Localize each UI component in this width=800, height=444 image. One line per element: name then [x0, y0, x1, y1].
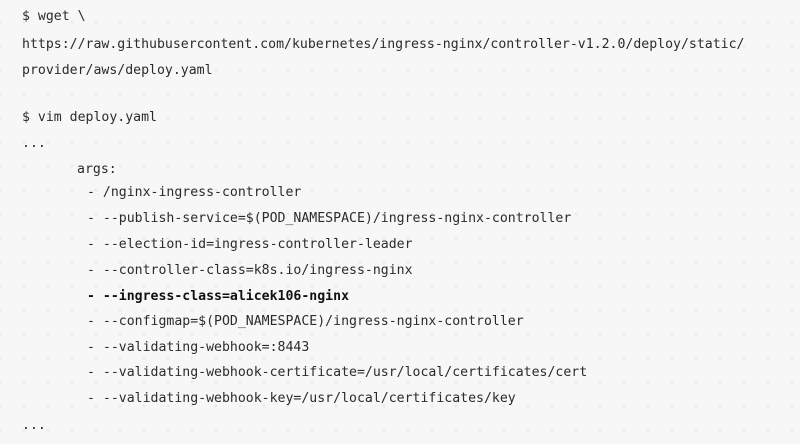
code-line-vim: $ vim deploy.yaml: [22, 110, 157, 125]
code-line-arg: - --validating-webhook-certificate=/usr/…: [87, 365, 588, 380]
code-block: $ wget \ https://raw.githubusercontent.c…: [0, 0, 800, 444]
code-line-arg: - --publish-service=$(POD_NAMESPACE)/ing…: [87, 211, 572, 226]
code-line-ellipsis: ...: [22, 418, 46, 433]
code-line-args: args:: [77, 162, 117, 177]
code-line-url: https://raw.githubusercontent.com/kubern…: [22, 37, 745, 52]
code-line-arg: - --validating-webhook=:8443: [87, 340, 310, 355]
code-line-wget: $ wget \: [22, 9, 86, 24]
code-line-arg: - --configmap=$(POD_NAMESPACE)/ingress-n…: [87, 314, 524, 329]
code-line-arg: - --election-id=ingress-controller-leade…: [87, 237, 413, 252]
code-line-arg-highlighted: - --ingress-class=alicek106-nginx: [87, 289, 350, 304]
code-line-ellipsis: ...: [22, 136, 46, 151]
code-line-url-continued: provider/aws/deploy.yaml: [22, 63, 213, 78]
code-line-arg: - --controller-class=k8s.io/ingress-ngin…: [87, 263, 413, 278]
code-line-arg: - /nginx-ingress-controller: [87, 185, 302, 200]
code-line-arg: - --validating-webhook-key=/usr/local/ce…: [87, 391, 516, 406]
